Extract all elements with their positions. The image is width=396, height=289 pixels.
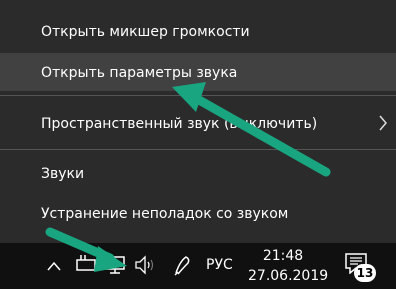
context-menu: Открыть микшер громкости Открыть парамет…: [0, 0, 396, 243]
chevron-right-icon: [378, 114, 388, 138]
taskbar: РУС 21:48 27.06.2019 13: [0, 243, 396, 289]
battery-plug-icon[interactable]: [75, 254, 99, 278]
menu-item-sounds[interactable]: Звуки: [0, 158, 396, 190]
menu-item-label: Пространственный звук (выключить): [41, 116, 318, 132]
menu-item-label: Устранение неполадок со звуком: [41, 206, 289, 222]
speaker-icon[interactable]: [133, 254, 157, 280]
language-indicator[interactable]: РУС: [206, 257, 233, 273]
menu-item-label: Звуки: [41, 166, 85, 182]
menu-separator: [0, 95, 396, 96]
menu-item-label: Открыть параметры звука: [41, 65, 238, 81]
network-monitor-icon[interactable]: [104, 254, 126, 280]
clock-date: 27.06.2019: [248, 268, 329, 284]
menu-item-open-sound-settings[interactable]: Открыть параметры звука: [0, 53, 396, 91]
menu-item-troubleshoot-sound[interactable]: Устранение неполадок со звуком: [0, 198, 396, 230]
pen-icon[interactable]: [172, 253, 194, 281]
chevron-up-icon[interactable]: [47, 257, 61, 276]
clock[interactable]: 21:48 27.06.2019: [248, 246, 329, 286]
clock-time: 21:48: [262, 248, 304, 264]
notification-count-badge: 13: [354, 264, 376, 282]
menu-item-spatial-sound[interactable]: Пространственный звук (выключить): [0, 104, 396, 144]
menu-separator: [0, 149, 396, 150]
menu-item-label: Открыть микшер громкости: [41, 24, 250, 40]
